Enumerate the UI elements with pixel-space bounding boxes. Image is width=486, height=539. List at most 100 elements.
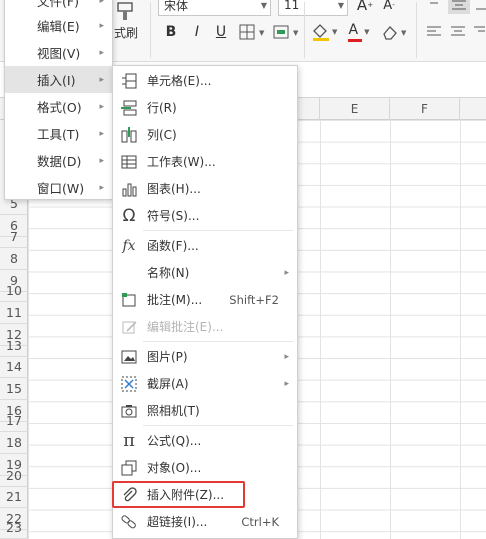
row-header[interactable]: 23: [0, 517, 28, 539]
chart-icon: [120, 180, 138, 198]
object-icon: [120, 459, 138, 477]
chevron-right-icon: ▸: [99, 182, 104, 193]
edit-comment-icon: [120, 318, 138, 336]
menu-item-label: 照相机(T): [147, 404, 200, 418]
column-icon: [120, 126, 138, 144]
row-header[interactable]: 11: [0, 302, 28, 324]
menu-item-function[interactable]: fx 函数(F)...: [113, 232, 297, 259]
menu-item-label: 批注(M)...: [147, 293, 203, 307]
menu-item-insert[interactable]: 插入(I) ▸: [5, 66, 112, 93]
underline-button[interactable]: U: [212, 22, 230, 42]
menu-item-data[interactable]: 数据(D) ▸: [5, 147, 112, 174]
chevron-right-icon: ▸: [99, 47, 104, 58]
menu-item-label: 名称(N): [147, 266, 190, 280]
chevron-down-icon[interactable]: ▼: [338, 1, 344, 10]
column-header-e[interactable]: E: [320, 98, 390, 120]
grow-font-glyph: A: [356, 0, 368, 14]
chevron-right-icon: ▸: [99, 128, 104, 139]
align-top-icon[interactable]: [424, 0, 444, 14]
font-size-select[interactable]: 11 ▼: [278, 0, 348, 16]
row-header[interactable]: 8: [0, 248, 28, 270]
menu-item-label: 公式(Q)...: [147, 434, 202, 448]
align-middle-icon[interactable]: [448, 0, 470, 14]
font-name-select[interactable]: 宋体 ▼: [158, 0, 271, 16]
menu-item-label: 行(R): [147, 101, 177, 115]
row-header[interactable]: 18: [0, 432, 28, 454]
pi-icon: π: [123, 430, 135, 451]
menu-item-tools[interactable]: 工具(T) ▸: [5, 120, 112, 147]
menu-item-hyperlink[interactable]: 超链接(I)... Ctrl+K: [113, 508, 297, 535]
chevron-right-icon: ▸: [99, 0, 104, 6]
menu-item-equation[interactable]: π 公式(Q)...: [113, 427, 297, 454]
comment-icon: [120, 291, 138, 309]
format-painter-icon[interactable]: [114, 0, 136, 22]
merge-cells-icon[interactable]: ▼: [272, 22, 302, 42]
column-header-f[interactable]: F: [390, 98, 460, 120]
italic-button[interactable]: I: [188, 22, 206, 42]
menu-item-format[interactable]: 格式(O) ▸: [5, 93, 112, 120]
align-center-icon[interactable]: [448, 22, 468, 42]
menu-item-comment[interactable]: 批注(M)... Shift+F2: [113, 286, 297, 313]
font-name-value: 宋体: [164, 0, 189, 13]
menu-item-view[interactable]: 视图(V) ▸: [5, 39, 112, 66]
menu-item-screenshot[interactable]: 截屏(A) ▸: [113, 370, 297, 397]
menu-item-label: 数据(D): [37, 154, 82, 169]
shortcut-text: Shift+F2: [229, 292, 279, 307]
grow-font-button[interactable]: A +: [356, 0, 374, 16]
picture-icon: [120, 348, 138, 366]
menu-item-name[interactable]: 名称(N) ▸: [113, 259, 297, 286]
menu-item-label: 格式(O): [37, 100, 82, 115]
chevron-down-icon[interactable]: ▼: [364, 28, 369, 36]
menu-item-row[interactable]: 行(R): [113, 94, 297, 121]
font-color-icon[interactable]: A ▼: [344, 22, 374, 42]
menu-item-label: 编辑批注(E)...: [147, 320, 224, 334]
svg-text:▼: ▼: [259, 29, 265, 37]
menu-item-symbol[interactable]: Ω 符号(S)...: [113, 202, 297, 229]
align-left-icon[interactable]: [424, 22, 444, 42]
menu-item-column[interactable]: 列(C): [113, 121, 297, 148]
font-color-bar: [348, 39, 362, 42]
fill-color-icon[interactable]: ▼: [310, 22, 342, 42]
chevron-down-icon[interactable]: ▼: [261, 1, 267, 10]
menu-item-object[interactable]: 对象(O)...: [113, 454, 297, 481]
menu-item-window[interactable]: 窗口(W) ▸: [5, 174, 112, 201]
menu-item-label: 窗口(W): [37, 181, 85, 196]
menu-item-camera[interactable]: 照相机(T): [113, 397, 297, 424]
align-bottom-icon[interactable]: [474, 0, 486, 14]
align-right-icon[interactable]: [472, 22, 486, 42]
shrink-font-glyph: A: [383, 0, 393, 13]
menu-item-picture[interactable]: 图片(P) ▸: [113, 343, 297, 370]
menu-item-chart[interactable]: 图表(H)...: [113, 175, 297, 202]
menu-divider: [143, 425, 293, 426]
row-header[interactable]: 7: [0, 226, 28, 248]
menu-item-cell[interactable]: 单元格(E)...: [113, 67, 297, 94]
menu-item-worksheet[interactable]: 工作表(W)...: [113, 148, 297, 175]
chevron-right-icon: ▸: [99, 74, 104, 85]
row-header[interactable]: 17: [0, 410, 28, 432]
bold-button[interactable]: B: [162, 22, 180, 42]
row-header[interactable]: 13: [0, 335, 28, 357]
menu-item-label: 对象(O)...: [147, 461, 202, 475]
menu-item-label: 列(C): [147, 128, 177, 142]
worksheet-icon: [120, 153, 138, 171]
row-header[interactable]: 15: [0, 378, 28, 400]
column-header-blank[interactable]: [300, 98, 320, 120]
menu-item-edit[interactable]: 编辑(E) ▸: [5, 12, 112, 39]
shrink-font-button[interactable]: A-: [380, 0, 398, 16]
eraser-icon[interactable]: ▼: [380, 22, 410, 42]
format-painter-label[interactable]: 式刷: [114, 24, 138, 41]
row-header[interactable]: 21: [0, 486, 28, 508]
svg-text:▼: ▼: [293, 29, 299, 37]
svg-text:▼: ▼: [332, 28, 338, 36]
row-header[interactable]: 20: [0, 465, 28, 487]
row-header[interactable]: 14: [0, 356, 28, 378]
menu-item-label: 文件(F): [37, 0, 79, 9]
menu-item-label: 函数(F)...: [147, 239, 199, 253]
border-icon[interactable]: ▼: [238, 22, 268, 42]
chevron-right-icon: ▸: [284, 351, 289, 362]
menu-item-label: 超链接(I)...: [147, 515, 208, 529]
ribbon-divider: [416, 2, 417, 58]
row-header[interactable]: 10: [0, 280, 28, 302]
font-size-value: 11: [284, 0, 300, 12]
row-icon: [120, 99, 138, 117]
